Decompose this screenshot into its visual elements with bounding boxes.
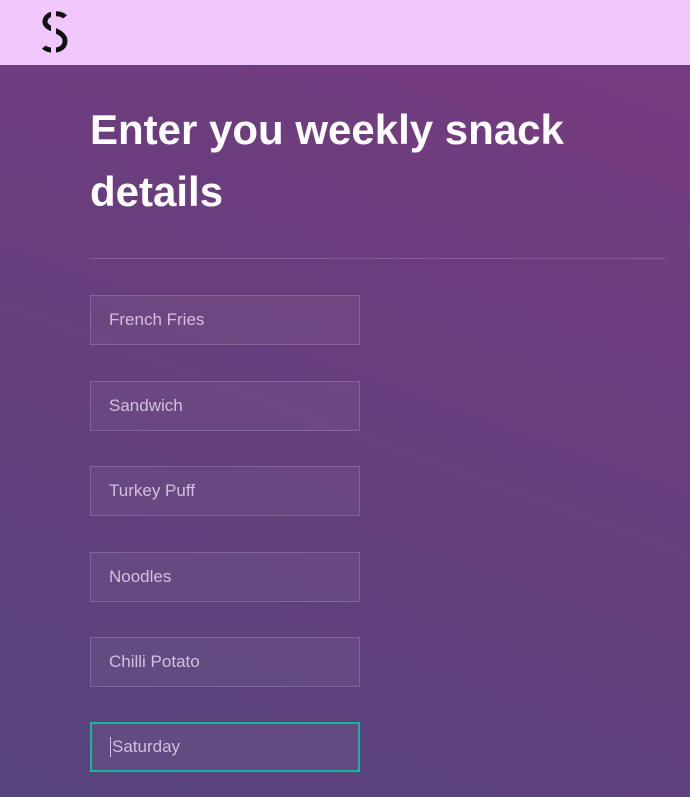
snack-input-2[interactable]: Sandwich: [90, 381, 360, 431]
snack-input-5[interactable]: Chilli Potato: [90, 637, 360, 687]
top-bar: [0, 0, 690, 65]
day-input[interactable]: Saturday: [90, 722, 360, 772]
snack-input-3[interactable]: Turkey Puff: [90, 466, 360, 516]
text-caret: [110, 736, 111, 757]
day-input-value: Saturday: [112, 737, 181, 756]
snack-input-value: Chilli Potato: [109, 652, 200, 671]
divider: [90, 258, 666, 259]
snack-input-1[interactable]: French Fries: [90, 295, 360, 345]
s-logo-icon[interactable]: [38, 9, 72, 57]
page-title: Enter you weekly snack details: [90, 106, 564, 215]
snack-input-value: Sandwich: [109, 396, 183, 415]
snack-input-value: Turkey Puff: [109, 481, 195, 500]
snack-input-value: French Fries: [109, 310, 205, 329]
snack-input-4[interactable]: Noodles: [90, 552, 360, 602]
main-content: Enter you weekly snack details French Fr…: [0, 65, 690, 797]
snack-input-value: Noodles: [109, 567, 172, 586]
